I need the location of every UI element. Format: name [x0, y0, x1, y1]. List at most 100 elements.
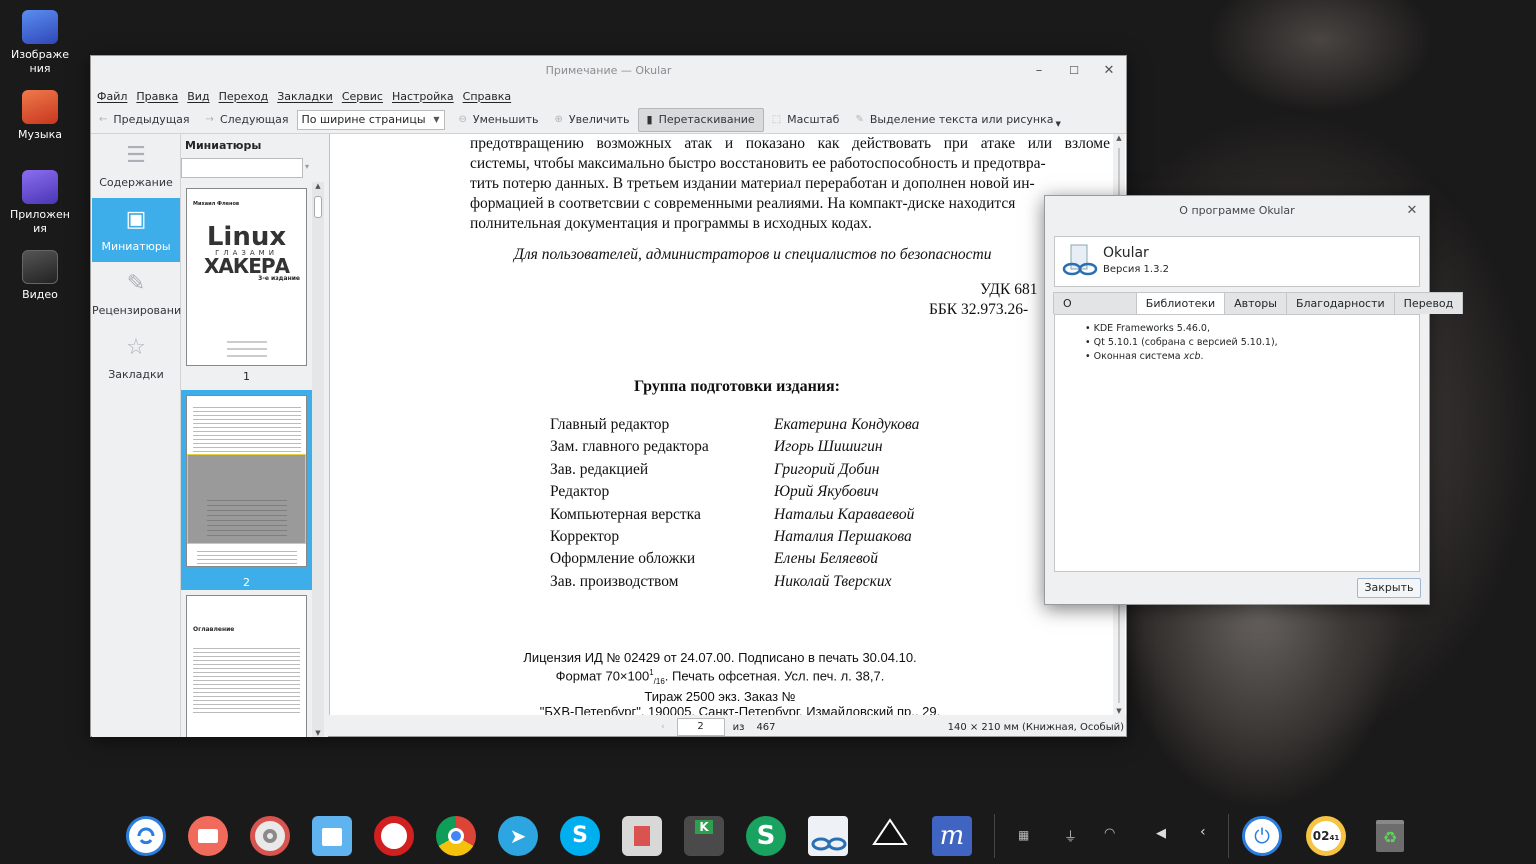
tab-authors[interactable]: Авторы [1224, 292, 1287, 314]
sidebar-item-bookmarks[interactable]: ☆ Закладки [92, 326, 180, 390]
minimize-icon[interactable]: – [1022, 56, 1056, 86]
menu-help[interactable]: Справка [463, 90, 511, 103]
trash-icon[interactable]: ♻ [1370, 816, 1410, 856]
sidebar-item-thumbnails[interactable]: ▣ Миниатюры [92, 198, 180, 262]
prev-page-small-icon[interactable]: ‹ [661, 722, 665, 732]
scroll-up-icon[interactable]: ▲ [312, 182, 324, 190]
zoom-out-button[interactable]: ⊖ Уменьшить [451, 108, 547, 132]
thumbnails-search-input[interactable] [181, 158, 303, 178]
telegram-icon[interactable]: ➤ [498, 816, 538, 856]
desktop-icon-apps[interactable]: Приложения [0, 170, 80, 236]
thumbnail-page-1[interactable]: Михаил Фленов Linux ГЛАЗАМИ ХАКЕРА 3-е и… [181, 186, 312, 386]
tray-volume-icon[interactable]: ◀ [1156, 826, 1166, 841]
menu-bookmarks[interactable]: Закладки [277, 90, 333, 103]
file-manager-icon[interactable] [312, 816, 352, 856]
zoom-out-label: Уменьшить [472, 113, 539, 126]
doc-format-a: Формат 70×100 [555, 668, 650, 684]
launcher-icon[interactable] [126, 816, 166, 856]
thumbnail-page-3[interactable]: Оглавление [181, 594, 312, 737]
menu-settings[interactable]: Настройка [392, 90, 454, 103]
writing-app-icon[interactable]: m [932, 816, 972, 856]
thumbnails-icon: ▣ [125, 207, 147, 232]
zoom-mode-select[interactable]: По ширине страницы ▼ [296, 109, 445, 130]
window-titlebar[interactable]: Примечание — Okular – ☐ ✕ [91, 56, 1126, 86]
sidebar-item-label: Рецензирование [92, 304, 188, 317]
libraries-panel: • KDE Frameworks 5.46.0, • Qt 5.10.1 (со… [1054, 314, 1420, 572]
staff-role: Корректор [550, 527, 620, 545]
sidebar-item-contents[interactable]: ☰ Содержание [92, 134, 180, 198]
staff-name: Григорий Добин [774, 460, 880, 478]
next-page-button[interactable]: → Следующая [198, 108, 297, 132]
menu-tools[interactable]: Сервис [342, 90, 383, 103]
menu-file[interactable]: Файл [97, 90, 127, 103]
desktop-icon-music[interactable]: Музыка [0, 90, 80, 142]
scroll-down-icon[interactable]: ▼ [1113, 707, 1125, 715]
browse-tool-button[interactable]: ▮ Перетаскивание [637, 107, 764, 132]
doc-group-title: Группа подготовки издания: [634, 378, 841, 395]
tray-usb-icon[interactable]: ⏚ [1064, 826, 1077, 845]
tab-translation[interactable]: Перевод [1393, 292, 1464, 314]
filter-options-icon[interactable]: ▾ [305, 162, 309, 171]
installer-icon[interactable] [622, 816, 662, 856]
tab-libraries[interactable]: Библиотеки [1135, 292, 1226, 314]
keyboard-app-icon[interactable]: K [684, 816, 724, 856]
doc-paragraph-line: тить потерю данных. В третьем издании ма… [470, 175, 1035, 192]
prev-page-button[interactable]: ← Предыдущая [91, 108, 198, 132]
staff-row: Главный редактор Екатерина Кондукова [550, 414, 970, 436]
doc-license: Лицензия ИД № 02429 от 24.07.00. Подписа… [523, 650, 917, 665]
thumbnail-page-2[interactable]: 2 [181, 390, 312, 590]
chrome-browser-icon[interactable] [436, 816, 476, 856]
desktop-icon-images[interactable]: Изображения [0, 10, 80, 76]
tray-expand-icon[interactable]: ‹ [1200, 824, 1206, 840]
doc-paragraph-line: предотвращению возможных атак и показано… [470, 135, 1110, 152]
tray-wifi-icon[interactable]: ◠ [1104, 826, 1115, 841]
inkscape-icon[interactable] [870, 816, 910, 856]
s-app-icon[interactable]: S [746, 816, 786, 856]
close-icon[interactable]: ✕ [1092, 56, 1126, 86]
staff-role: Зам. главного редактора [550, 438, 709, 456]
dock: ➤ S K S m ▦ ⏚ ◠ ◀ ‹ ⏻ 0241 ♻ [114, 806, 1424, 864]
skype-icon[interactable]: S [560, 816, 600, 856]
dialog-titlebar[interactable]: О программе Okular ✕ [1045, 196, 1429, 226]
about-dialog: О программе Okular ✕ Okular Версия 1.3.2… [1044, 195, 1464, 605]
zoom-tool-button[interactable]: ⬚ Масштаб [764, 108, 848, 132]
dialog-title: О программе Okular [1179, 204, 1295, 217]
okular-dock-icon[interactable] [808, 816, 848, 856]
staff-name: Наталия Першакова [774, 527, 912, 545]
clock-minute: 41 [1329, 834, 1340, 842]
scrollbar-handle[interactable] [314, 196, 322, 218]
clock-widget[interactable]: 0241 [1306, 816, 1346, 856]
thumbnails-scrollbar[interactable]: ▲ ▼ [312, 182, 324, 737]
opera-browser-icon[interactable] [374, 816, 414, 856]
menu-view[interactable]: Вид [187, 90, 209, 103]
maximize-icon[interactable]: ☐ [1057, 56, 1091, 86]
chevron-down-icon: ▼ [433, 115, 440, 124]
menu-go[interactable]: Переход [219, 90, 269, 103]
desktop-icon-label: Изображения [11, 48, 69, 75]
scroll-down-icon[interactable]: ▼ [312, 729, 324, 737]
scroll-up-icon[interactable]: ▲ [1113, 134, 1125, 142]
tray-divider [1228, 814, 1229, 858]
sidebar-item-review[interactable]: ✎ Рецензирование [92, 262, 188, 326]
menu-edit[interactable]: Правка [136, 90, 178, 103]
settings-icon[interactable] [250, 816, 290, 856]
tab-about[interactable]: О программе [1053, 292, 1137, 332]
close-icon[interactable]: ✕ [1395, 196, 1429, 226]
page-info: 140 × 210 мм (Книжная, Особый) [947, 721, 1124, 733]
desktop-icon-label: Видео [22, 288, 58, 301]
document-view[interactable]: предотвращению возможных атак и показано… [329, 134, 1126, 715]
zoom-in-button[interactable]: ⊕ Увеличить [546, 108, 637, 132]
page-number-input[interactable]: 2 [676, 718, 725, 736]
multitask-view-icon[interactable] [188, 816, 228, 856]
doc-paragraph-line: полнительная документация и программы в … [470, 215, 872, 232]
doc-imprint: Лицензия ИД № 02429 от 24.07.00. Подписа… [470, 650, 970, 715]
close-button-label: Закрыть [1364, 581, 1414, 594]
thumbnails-header: Миниатюры [185, 139, 262, 152]
close-button[interactable]: Закрыть [1357, 578, 1421, 598]
power-icon[interactable]: ⏻ [1242, 816, 1282, 856]
prev-label: Предыдущая [113, 113, 190, 126]
desktop-icon-video[interactable]: Видео [0, 250, 80, 302]
tray-network-icon[interactable]: ▦ [1018, 828, 1029, 842]
tab-thanks[interactable]: Благодарности [1285, 292, 1395, 314]
select-tool-button[interactable]: ✎ Выделение текста или рисунка ▼ [847, 108, 1068, 132]
